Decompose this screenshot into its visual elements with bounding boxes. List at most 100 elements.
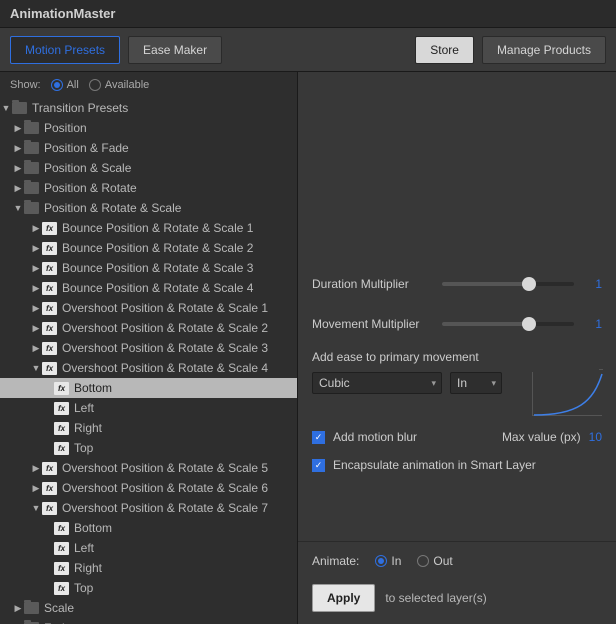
tree-fx-bounce-2[interactable]: ▶fxBounce Position & Rotate & Scale 2: [0, 238, 297, 258]
max-value-label: Max value (px): [502, 430, 581, 444]
tree-dir-right[interactable]: fxRight: [0, 418, 297, 438]
divider: [298, 541, 616, 542]
ease-section: Add ease to primary movement: [312, 350, 602, 364]
fx-icon: fx: [42, 242, 57, 255]
show-filter: Show: All Available: [0, 72, 297, 98]
radio-off-icon: [417, 555, 429, 567]
encapsulate-checkbox[interactable]: ✓: [312, 459, 325, 472]
tree-dir-left-7[interactable]: fxLeft: [0, 538, 297, 558]
tree-folder-position-rotate[interactable]: ▶ Position & Rotate: [0, 178, 297, 198]
tree-folder-position-fade[interactable]: ▶ Position & Fade: [0, 138, 297, 158]
ease-type-select[interactable]: Cubic: [312, 372, 442, 394]
animate-row: Animate: In Out: [312, 554, 602, 568]
ease-maker-tab[interactable]: Ease Maker: [128, 36, 222, 64]
tree-folder-position[interactable]: ▶ Position: [0, 118, 297, 138]
fx-icon: fx: [54, 522, 69, 535]
duration-multiplier-slider[interactable]: [442, 282, 574, 286]
ease-curve-preview: [532, 372, 602, 416]
right-pane: Duration Multiplier 1 Movement Multiplie…: [298, 72, 616, 624]
fx-icon: fx: [42, 302, 57, 315]
manage-products-button[interactable]: Manage Products: [482, 36, 606, 64]
slider-knob-icon: [522, 277, 536, 291]
fx-icon: fx: [42, 462, 57, 475]
title-bar: AnimationMaster: [0, 0, 616, 28]
caret-down-icon: ▼: [0, 103, 12, 113]
preview-area: [312, 72, 602, 264]
apply-tail-label: to selected layer(s): [385, 591, 486, 605]
tree-fx-bounce-1[interactable]: ▶fxBounce Position & Rotate & Scale 1: [0, 218, 297, 238]
tree-folder-scale[interactable]: ▶Scale: [0, 598, 297, 618]
movement-multiplier-slider[interactable]: [442, 322, 574, 326]
folder-icon: [12, 102, 27, 114]
fx-icon: fx: [42, 262, 57, 275]
ease-label: Add ease to primary movement: [312, 350, 479, 364]
duration-multiplier-label: Duration Multiplier: [312, 277, 432, 291]
fx-icon: fx: [54, 542, 69, 555]
fx-icon: fx: [54, 382, 69, 395]
tree-dir-right-7[interactable]: fxRight: [0, 558, 297, 578]
store-button[interactable]: Store: [415, 36, 474, 64]
app-title: AnimationMaster: [10, 6, 115, 21]
tree-fx-overshoot-2[interactable]: ▶fxOvershoot Position & Rotate & Scale 2: [0, 318, 297, 338]
folder-icon: [24, 162, 39, 174]
tree-fx-overshoot-6[interactable]: ▶fxOvershoot Position & Rotate & Scale 6: [0, 478, 297, 498]
tree-fx-overshoot-5[interactable]: ▶fxOvershoot Position & Rotate & Scale 5: [0, 458, 297, 478]
fx-icon: fx: [42, 342, 57, 355]
tree-fx-overshoot-7[interactable]: ▼fxOvershoot Position & Rotate & Scale 7: [0, 498, 297, 518]
tree-fx-overshoot-1[interactable]: ▶fxOvershoot Position & Rotate & Scale 1: [0, 298, 297, 318]
fx-icon: fx: [54, 562, 69, 575]
slider-knob-icon: [522, 317, 536, 331]
folder-icon: [24, 202, 39, 214]
radio-on-icon: [375, 555, 387, 567]
motion-blur-checkbox[interactable]: ✓: [312, 431, 325, 444]
motion-presets-tab[interactable]: Motion Presets: [10, 36, 120, 64]
movement-multiplier-value: 1: [584, 317, 602, 331]
show-available-radio[interactable]: Available: [89, 79, 149, 91]
movement-multiplier-row: Movement Multiplier 1: [312, 304, 602, 344]
fx-icon: fx: [54, 422, 69, 435]
radio-on-icon: [51, 79, 63, 91]
tree-folder-position-scale[interactable]: ▶ Position & Scale: [0, 158, 297, 178]
fx-icon: fx: [42, 282, 57, 295]
toolbar: Motion Presets Ease Maker Store Manage P…: [0, 28, 616, 72]
duration-multiplier-value: 1: [584, 277, 602, 291]
folder-icon: [24, 142, 39, 154]
tree-folder-fade[interactable]: ▶Fade: [0, 618, 297, 624]
tree-dir-bottom[interactable]: fxBottom: [0, 378, 297, 398]
show-label: Show:: [10, 79, 41, 91]
fx-icon: fx: [42, 322, 57, 335]
left-pane: Show: All Available ▼ Transition Presets…: [0, 72, 298, 624]
fx-icon: fx: [54, 582, 69, 595]
fx-icon: fx: [42, 482, 57, 495]
animate-in-radio[interactable]: In: [375, 554, 401, 568]
tree-folder-position-rotate-scale[interactable]: ▼ Position & Rotate & Scale: [0, 198, 297, 218]
show-all-radio[interactable]: All: [51, 79, 79, 91]
ease-mode-select[interactable]: In: [450, 372, 502, 394]
folder-icon: [24, 122, 39, 134]
fx-icon: fx: [42, 362, 57, 375]
animate-label: Animate:: [312, 554, 359, 568]
motion-blur-label: Add motion blur: [333, 430, 417, 444]
folder-icon: [24, 602, 39, 614]
radio-off-icon: [89, 79, 101, 91]
tree-dir-left[interactable]: fxLeft: [0, 398, 297, 418]
fx-icon: fx: [42, 502, 57, 515]
fx-icon: fx: [54, 442, 69, 455]
tree-root[interactable]: ▼ Transition Presets: [0, 98, 297, 118]
fx-icon: fx: [54, 402, 69, 415]
duration-multiplier-row: Duration Multiplier 1: [312, 264, 602, 304]
tree-fx-bounce-4[interactable]: ▶fxBounce Position & Rotate & Scale 4: [0, 278, 297, 298]
apply-button[interactable]: Apply: [312, 584, 375, 612]
tree-fx-overshoot-4[interactable]: ▼fxOvershoot Position & Rotate & Scale 4: [0, 358, 297, 378]
tree-dir-top[interactable]: fxTop: [0, 438, 297, 458]
animate-out-radio[interactable]: Out: [417, 554, 452, 568]
tree-fx-overshoot-3[interactable]: ▶fxOvershoot Position & Rotate & Scale 3: [0, 338, 297, 358]
caret-right-icon: ▶: [12, 123, 24, 134]
preset-tree[interactable]: ▼ Transition Presets ▶ Position ▶ Positi…: [0, 98, 297, 624]
max-value[interactable]: 10: [589, 430, 602, 444]
folder-icon: [24, 182, 39, 194]
tree-dir-bottom-7[interactable]: fxBottom: [0, 518, 297, 538]
tree-fx-bounce-3[interactable]: ▶fxBounce Position & Rotate & Scale 3: [0, 258, 297, 278]
tree-dir-top-7[interactable]: fxTop: [0, 578, 297, 598]
movement-multiplier-label: Movement Multiplier: [312, 317, 432, 331]
